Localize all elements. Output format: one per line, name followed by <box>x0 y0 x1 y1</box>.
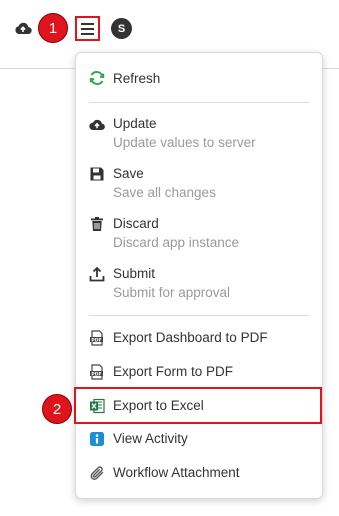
menu-item-refresh[interactable]: Refresh <box>76 67 322 91</box>
menu-item-label: Refresh <box>113 71 161 86</box>
menu-item-label: Save <box>113 166 144 181</box>
menu-item-export-dashboard-pdf[interactable]: PDF Export Dashboard to PDF <box>76 325 322 351</box>
menu-item-workflow-attachment[interactable]: Workflow Attachment <box>76 461 322 487</box>
excel-icon <box>90 398 105 414</box>
menu-item-submit[interactable]: Submit Submit for approval <box>76 261 322 303</box>
floppy-disk-icon <box>90 167 104 181</box>
menu-item-discard[interactable]: Discard Discard app instance <box>76 211 322 253</box>
pdf-icon: PDF <box>90 364 103 380</box>
app-actions-menu: Refresh Update Update values to server S… <box>75 52 323 499</box>
menu-item-label: Workflow Attachment <box>113 465 240 480</box>
menu-item-label: Submit <box>113 266 156 281</box>
menu-separator <box>89 102 309 103</box>
info-icon <box>90 432 104 446</box>
menu-item-label: Export Dashboard to PDF <box>113 330 268 345</box>
menu-item-description: Update values to server <box>113 135 256 150</box>
paperclip-icon <box>90 466 104 480</box>
menu-item-label: Update <box>113 116 157 131</box>
user-avatar[interactable]: S <box>111 18 132 39</box>
menu-item-label: Export to Excel <box>113 398 204 413</box>
menu-item-save[interactable]: Save Save all changes <box>76 161 322 203</box>
menu-item-label: Export Form to PDF <box>113 364 234 379</box>
menu-item-description: Discard app instance <box>113 235 240 250</box>
menu-item-label: Discard <box>113 216 159 231</box>
refresh-icon <box>89 71 105 85</box>
menu-item-description: Submit for approval <box>113 285 231 300</box>
pdf-icon: PDF <box>90 330 103 346</box>
hamburger-line <box>81 27 94 30</box>
hamburger-line <box>81 32 94 35</box>
cloud-upload-icon[interactable] <box>14 21 32 35</box>
svg-text:PDF: PDF <box>91 337 101 343</box>
menu-item-view-activity[interactable]: View Activity <box>76 427 322 453</box>
step-1-badge: 1 <box>38 13 68 43</box>
menu-item-export-form-pdf[interactable]: PDF Export Form to PDF <box>76 359 322 385</box>
trash-icon <box>91 217 103 231</box>
hamburger-menu-button[interactable] <box>75 16 100 41</box>
step-2-badge: 2 <box>42 394 72 424</box>
menu-item-label: View Activity <box>113 431 188 446</box>
menu-item-export-excel[interactable]: Export to Excel <box>76 393 322 419</box>
cloud-upload-icon <box>89 119 105 131</box>
menu-item-update[interactable]: Update Update values to server <box>76 111 322 153</box>
svg-text:PDF: PDF <box>91 371 101 377</box>
menu-item-description: Save all changes <box>113 185 216 200</box>
menu-separator <box>89 315 309 316</box>
hamburger-line <box>81 22 94 25</box>
upload-icon <box>89 266 105 282</box>
